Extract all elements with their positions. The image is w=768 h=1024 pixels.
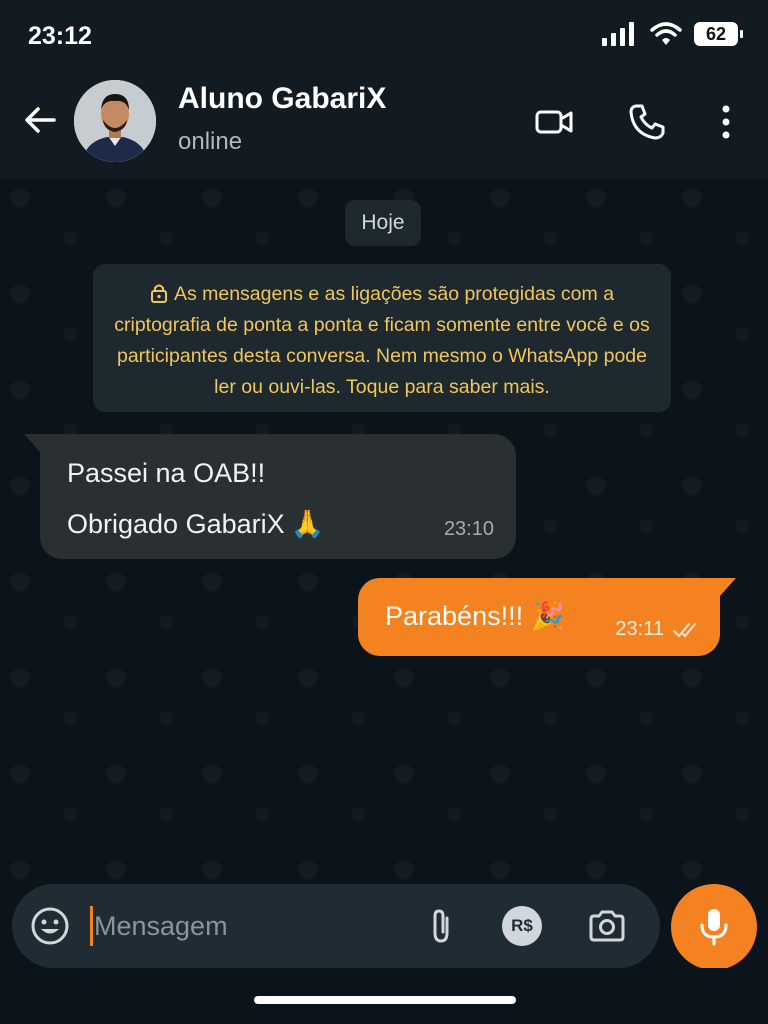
double-check-icon <box>673 622 696 637</box>
outgoing-message[interactable]: Parabéns!!! 🎉 23:11 <box>358 578 736 656</box>
contact-photo <box>74 80 156 162</box>
date-chip: Hoje <box>345 200 421 246</box>
signal-icon <box>602 22 634 46</box>
message-time: 23:11 <box>615 618 664 640</box>
more-options-icon[interactable] <box>706 102 746 142</box>
home-indicator[interactable] <box>254 996 516 1004</box>
message-text-line1: Passei na OAB!! <box>67 458 266 488</box>
message-text-line2: Obrigado GabariX 🙏 <box>67 508 324 540</box>
message-text: Parabéns!!! <box>385 600 524 631</box>
incoming-message[interactable]: Passei na OAB!! Obrigado GabariX 🙏 23:10 <box>24 434 516 559</box>
emoji-icon[interactable] <box>30 906 70 946</box>
status-time: 23:12 <box>28 22 92 50</box>
mic-icon <box>700 909 728 946</box>
battery-level: 62 <box>705 23 727 44</box>
message-text: Obrigado GabariX <box>67 508 285 539</box>
mic-button[interactable] <box>671 884 757 970</box>
message-input-bar: R$ <box>12 884 660 968</box>
praying-hands-emoji: 🙏 <box>290 509 325 539</box>
voice-call-icon[interactable] <box>627 102 667 142</box>
attach-icon[interactable] <box>421 906 461 946</box>
message-time: 23:10 <box>443 518 494 540</box>
status-bar: 23:12 62 <box>0 0 768 72</box>
message-text-wrap: Parabéns!!! 🎉 <box>385 600 565 632</box>
wifi-icon <box>650 22 682 45</box>
party-popper-emoji: 🎉 <box>531 601 565 631</box>
avatar[interactable] <box>74 80 156 162</box>
payment-button[interactable]: R$ <box>502 906 542 946</box>
chat-header: Aluno GabariX online <box>0 72 768 178</box>
encryption-notice[interactable]: As mensagens e as ligações são protegida… <box>93 264 671 412</box>
contact-status: online <box>178 128 243 155</box>
back-arrow-icon[interactable] <box>20 100 60 140</box>
message-input[interactable] <box>90 904 394 948</box>
text-cursor <box>90 906 93 946</box>
battery-icon: 62 <box>694 22 743 46</box>
message-meta: 23:11 <box>615 618 702 641</box>
chat-area[interactable]: Hoje As mensagens e as ligações são prot… <box>0 178 768 880</box>
encryption-notice-text: As mensagens e as ligações são protegida… <box>114 283 650 398</box>
lock-icon <box>150 284 167 303</box>
video-call-icon[interactable] <box>534 102 574 142</box>
contact-name[interactable]: Aluno GabariX <box>178 82 386 116</box>
payment-label: R$ <box>511 916 533 935</box>
camera-icon[interactable] <box>587 906 627 946</box>
status-icons: 62 <box>602 22 743 46</box>
